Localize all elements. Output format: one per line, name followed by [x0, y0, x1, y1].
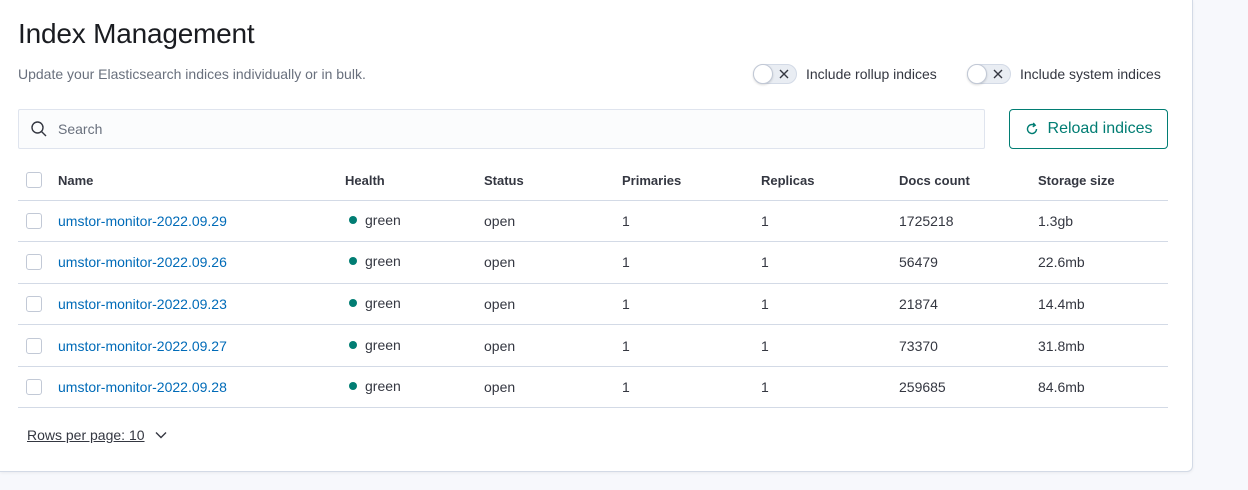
column-header-docs-count[interactable]: Docs count: [899, 161, 1038, 201]
select-all-cell: [18, 161, 58, 201]
row-select-cell: [18, 283, 58, 326]
status-cell: open: [484, 241, 622, 284]
rollup-toggle-group: Include rollup indices: [753, 64, 937, 84]
health-cell: green: [345, 200, 484, 243]
replicas-cell: 1: [761, 324, 899, 367]
row-checkbox[interactable]: [26, 379, 42, 396]
column-header-name[interactable]: Name: [58, 161, 345, 201]
select-all-checkbox[interactable]: [26, 172, 42, 189]
search-input[interactable]: [58, 121, 958, 137]
system-indices-label[interactable]: Include system indices: [1020, 66, 1161, 82]
row-checkbox[interactable]: [26, 295, 42, 312]
docs-count-cell: 259685: [899, 366, 1038, 409]
health-dot-icon: [349, 215, 357, 224]
search-box: [18, 109, 985, 149]
system-toggle-group: Include system indices: [967, 64, 1161, 84]
indices-table: Name Health Status Primaries Replicas Do…: [18, 161, 1168, 409]
rows-per-page-label: Rows per page: 10: [27, 427, 145, 443]
cross-icon: [993, 69, 1003, 79]
table-header-row: Name Health Status Primaries Replicas Do…: [18, 161, 1168, 201]
table-row: umstor-monitor-2022.09.29 green open 1 1…: [18, 200, 1168, 243]
index-management-panel: Index Management Update your Elasticsear…: [0, 0, 1193, 472]
system-indices-switch[interactable]: [967, 64, 1011, 84]
storage-size-cell: 1.3gb: [1038, 200, 1168, 243]
status-cell: open: [484, 366, 622, 409]
table-row: umstor-monitor-2022.09.23 green open 1 1…: [18, 283, 1168, 326]
column-header-health[interactable]: Health: [345, 161, 484, 201]
health-dot-icon: [349, 298, 357, 307]
rollup-indices-switch[interactable]: [753, 64, 797, 84]
docs-count-cell: 56479: [899, 241, 1038, 284]
docs-count-cell: 1725218: [899, 200, 1038, 243]
column-header-primaries[interactable]: Primaries: [622, 161, 761, 201]
reload-indices-button[interactable]: Reload indices: [1009, 109, 1168, 149]
rows-per-page-button[interactable]: Rows per page: 10: [27, 427, 168, 443]
storage-size-cell: 14.4mb: [1038, 283, 1168, 326]
index-name-link[interactable]: umstor-monitor-2022.09.23: [58, 296, 227, 312]
primaries-cell: 1: [622, 283, 761, 326]
chevron-down-icon: [155, 432, 167, 439]
table-row: umstor-monitor-2022.09.26 green open 1 1…: [18, 241, 1168, 284]
refresh-icon: [1026, 122, 1037, 135]
row-checkbox[interactable]: [26, 254, 42, 271]
column-header-replicas[interactable]: Replicas: [761, 161, 899, 201]
storage-size-cell: 84.6mb: [1038, 366, 1168, 409]
table-row: umstor-monitor-2022.09.28 green open 1 1…: [18, 366, 1168, 409]
replicas-cell: 1: [761, 241, 899, 284]
health-text: green: [365, 211, 401, 228]
search-icon: [31, 121, 47, 137]
health-cell: green: [345, 241, 484, 284]
index-name-cell: umstor-monitor-2022.09.28: [58, 366, 345, 409]
switch-knob: [753, 64, 773, 84]
index-name-cell: umstor-monitor-2022.09.29: [58, 200, 345, 243]
health-text: green: [365, 336, 401, 353]
reload-indices-label: Reload indices: [1047, 120, 1153, 137]
switch-knob: [967, 64, 987, 84]
primaries-cell: 1: [622, 241, 761, 284]
index-name-cell: umstor-monitor-2022.09.23: [58, 283, 345, 326]
index-name-link[interactable]: umstor-monitor-2022.09.28: [58, 379, 227, 395]
index-name-cell: umstor-monitor-2022.09.27: [58, 324, 345, 367]
storage-size-cell: 31.8mb: [1038, 324, 1168, 367]
row-select-cell: [18, 241, 58, 284]
index-name-cell: umstor-monitor-2022.09.26: [58, 241, 345, 284]
cross-icon: [779, 69, 789, 79]
replicas-cell: 1: [761, 200, 899, 243]
index-name-link[interactable]: umstor-monitor-2022.09.29: [58, 213, 227, 229]
health-cell: green: [345, 366, 484, 409]
page-title: Index Management: [18, 18, 255, 49]
primaries-cell: 1: [622, 200, 761, 243]
docs-count-cell: 73370: [899, 324, 1038, 367]
health-dot-icon: [349, 340, 357, 349]
status-cell: open: [484, 200, 622, 243]
column-header-storage-size[interactable]: Storage size: [1038, 161, 1168, 201]
row-checkbox[interactable]: [26, 337, 42, 354]
row-select-cell: [18, 366, 58, 409]
replicas-cell: 1: [761, 366, 899, 409]
row-select-cell: [18, 200, 58, 243]
row-checkbox[interactable]: [26, 212, 42, 229]
primaries-cell: 1: [622, 324, 761, 367]
health-cell: green: [345, 324, 484, 367]
row-select-cell: [18, 324, 58, 367]
index-name-link[interactable]: umstor-monitor-2022.09.27: [58, 338, 227, 354]
status-cell: open: [484, 283, 622, 326]
status-cell: open: [484, 324, 622, 367]
table-row: umstor-monitor-2022.09.27 green open 1 1…: [18, 324, 1168, 367]
rollup-indices-label[interactable]: Include rollup indices: [806, 66, 937, 82]
health-dot-icon: [349, 257, 357, 266]
primaries-cell: 1: [622, 366, 761, 409]
storage-size-cell: 22.6mb: [1038, 241, 1168, 284]
health-text: green: [365, 378, 401, 395]
health-text: green: [365, 294, 401, 311]
health-dot-icon: [349, 382, 357, 391]
health-cell: green: [345, 283, 484, 326]
index-name-link[interactable]: umstor-monitor-2022.09.26: [58, 254, 227, 270]
docs-count-cell: 21874: [899, 283, 1038, 326]
column-header-status[interactable]: Status: [484, 161, 622, 201]
page-subtitle: Update your Elasticsearch indices indivi…: [18, 66, 366, 82]
replicas-cell: 1: [761, 283, 899, 326]
health-text: green: [365, 253, 401, 270]
